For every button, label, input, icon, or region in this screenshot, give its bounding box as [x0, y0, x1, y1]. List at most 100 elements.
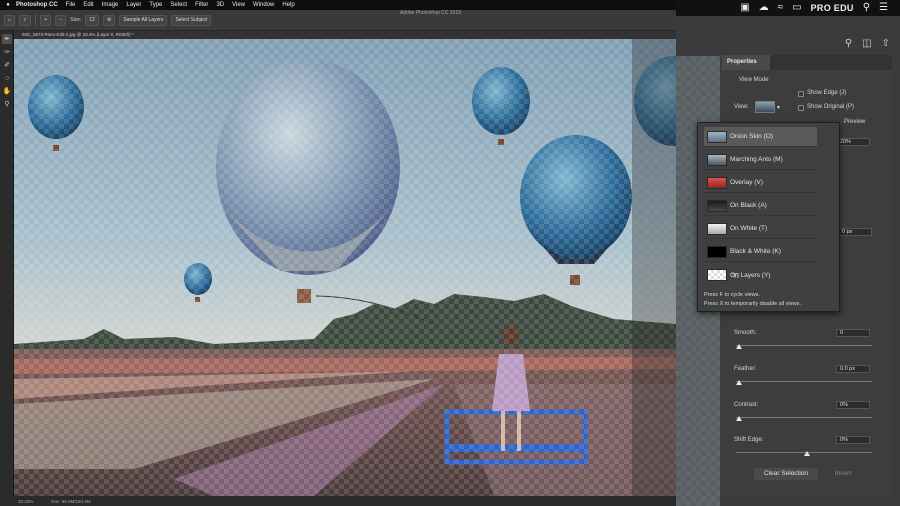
select-subject-button[interactable]: Select Subject: [171, 14, 212, 26]
contrast-slider-knob[interactable]: [736, 416, 742, 421]
show-original-label: Show Original (P): [807, 104, 855, 110]
feather-field[interactable]: 0.0 px: [836, 365, 870, 373]
view-mode-menu: Onion Skin (O) Marching Ants (M) Overlay…: [697, 122, 840, 312]
brush-tool-icon[interactable]: ✓: [19, 14, 32, 26]
show-edge-checkbox[interactable]: [798, 91, 804, 97]
zoom-tool-icon[interactable]: ⚲: [2, 99, 12, 109]
feather-slider-knob[interactable]: [736, 380, 742, 385]
menu-3d[interactable]: 3D: [212, 2, 228, 8]
view-option-label: Overlay (V): [730, 179, 763, 186]
refine-edge-brush-icon[interactable]: ✑: [2, 47, 12, 57]
add-brush-icon[interactable]: +: [40, 14, 52, 26]
cycle-views-hint: Press F to cycle views.: [704, 292, 760, 298]
menu-window[interactable]: Window: [249, 2, 278, 8]
apple-icon[interactable]: ●: [4, 2, 12, 8]
on-black-thumbnail: [707, 199, 727, 212]
view-mode-thumbnail[interactable]: [755, 101, 775, 113]
opacity-field[interactable]: 20%: [836, 138, 870, 146]
document-info[interactable]: Doc: 96.0M/194.4M: [51, 499, 90, 504]
feather-slider-track[interactable]: [736, 381, 872, 382]
view-option-on-layers[interactable]: On Layers (Y): [704, 265, 817, 285]
invert-button[interactable]: Invert: [826, 468, 860, 480]
divider: [35, 14, 37, 26]
document-tab[interactable]: IMG_5873-Pano-Edit-2.jpg @ 33.3% (Layer …: [14, 31, 676, 39]
toolbox: ✒ ✑ ✐ ○ ✋ ⚲: [0, 31, 14, 496]
contrast-label: Contrast:: [734, 402, 759, 408]
wifi-icon[interactable]: ≈: [778, 3, 784, 13]
list-icon[interactable]: ☰: [879, 3, 888, 13]
camera-icon[interactable]: ▣: [740, 3, 749, 13]
view-option-label: Black & White (K): [730, 248, 781, 255]
shift-edge-label: Shift Edge:: [734, 437, 764, 443]
menu-app-name[interactable]: Photoshop CC: [12, 2, 62, 8]
view-option-overlay[interactable]: Overlay (V): [704, 173, 817, 193]
smooth-field[interactable]: 0: [836, 329, 870, 337]
view-option-label: On Black (A): [730, 202, 767, 209]
menu-filter[interactable]: Filter: [191, 2, 212, 8]
preview-label: Preview: [844, 119, 866, 125]
view-option-on-black[interactable]: On Black (A): [704, 196, 817, 216]
hand-tool-icon[interactable]: ✋: [2, 86, 12, 96]
shift-edge-field[interactable]: 0%: [836, 436, 870, 444]
menu-layer[interactable]: Layer: [122, 2, 145, 8]
brush-tool-icon[interactable]: ✐: [2, 60, 12, 70]
size-field[interactable]: 12: [85, 14, 99, 26]
size-label: Size:: [70, 17, 82, 23]
view-option-on-white[interactable]: On White (T): [704, 219, 817, 239]
on-layers-thumbnail: [707, 269, 727, 281]
feather-label: Feather:: [734, 366, 757, 372]
search-icon[interactable]: ⚲: [863, 3, 870, 13]
search-icon[interactable]: ⚲: [845, 38, 852, 49]
view-mode-label: View Mode: [739, 77, 769, 83]
on-white-thumbnail: [707, 222, 727, 235]
cloud-icon[interactable]: ☁: [759, 3, 769, 13]
canvas-image: [14, 39, 676, 496]
marching-ants-thumbnail: [707, 153, 727, 166]
view-option-marching-ants[interactable]: Marching Ants (M): [704, 150, 817, 170]
black-white-thumbnail: [707, 245, 727, 258]
lasso-tool-icon[interactable]: ○: [2, 73, 12, 83]
menu-file[interactable]: File: [62, 2, 80, 8]
smooth-label: Smooth:: [734, 330, 757, 336]
view-option-label: Onion Skin (O): [730, 133, 773, 140]
radius-field[interactable]: 0 px: [838, 228, 872, 236]
sample-all-layers-checkbox[interactable]: Sample All Layers: [119, 14, 168, 26]
menu-image[interactable]: Image: [98, 2, 123, 8]
menu-type[interactable]: Type: [145, 2, 166, 8]
view-option-label: On White (T): [730, 225, 768, 232]
menu-view[interactable]: View: [228, 2, 249, 8]
chevron-down-icon[interactable]: ▾: [777, 104, 780, 111]
zoom-level[interactable]: 33.33%: [18, 499, 33, 504]
airplay-icon[interactable]: ▭: [792, 3, 801, 13]
tab-properties[interactable]: Properties: [722, 55, 770, 70]
contrast-slider-track[interactable]: [736, 417, 872, 418]
quick-selection-tool-icon[interactable]: ✒: [2, 34, 12, 44]
smooth-slider-track[interactable]: [736, 345, 872, 346]
show-edge-label: Show Edge (J): [807, 90, 847, 96]
smooth-slider-knob[interactable]: [736, 344, 742, 349]
view-option-onion-skin[interactable]: Onion Skin (O): [704, 127, 817, 147]
share-icon[interactable]: ⇧: [882, 38, 890, 49]
clear-selection-button[interactable]: Clear Selection: [754, 468, 818, 480]
workspace-icon[interactable]: ◫: [862, 38, 871, 49]
shift-edge-slider-knob[interactable]: [804, 451, 810, 456]
options-bar: ⌂ ✓ + − Size: 12 ⚙ Sample All Layers Sel…: [0, 10, 676, 31]
view-option-label: Marching Ants (M): [730, 156, 783, 163]
mouse-cursor-icon: ☜: [731, 271, 740, 282]
contrast-field[interactable]: 0%: [836, 401, 870, 409]
panel-icon-row: ⚲ ◫ ⇧: [676, 32, 900, 54]
disable-views-hint: Press X to temporarily disable all views…: [704, 301, 801, 307]
home-icon[interactable]: ⌂: [4, 14, 16, 26]
image-canvas[interactable]: [14, 39, 676, 496]
show-original-checkbox[interactable]: [798, 105, 804, 111]
system-status-bar: ▣ ☁ ≈ ▭ PRO EDU ⚲ ☰: [676, 0, 900, 16]
view-label: View:: [734, 104, 749, 110]
menu-edit[interactable]: Edit: [79, 2, 97, 8]
subtract-brush-icon[interactable]: −: [55, 14, 67, 26]
menu-select[interactable]: Select: [166, 2, 191, 8]
window-title: Adobe Photoshop CC 2019: [400, 10, 461, 16]
view-option-black-white[interactable]: Black & White (K): [704, 242, 817, 262]
brush-settings-icon[interactable]: ⚙: [102, 14, 116, 26]
menu-help[interactable]: Help: [278, 2, 298, 8]
status-bar: 33.33% Doc: 96.0M/194.4M: [0, 496, 676, 506]
